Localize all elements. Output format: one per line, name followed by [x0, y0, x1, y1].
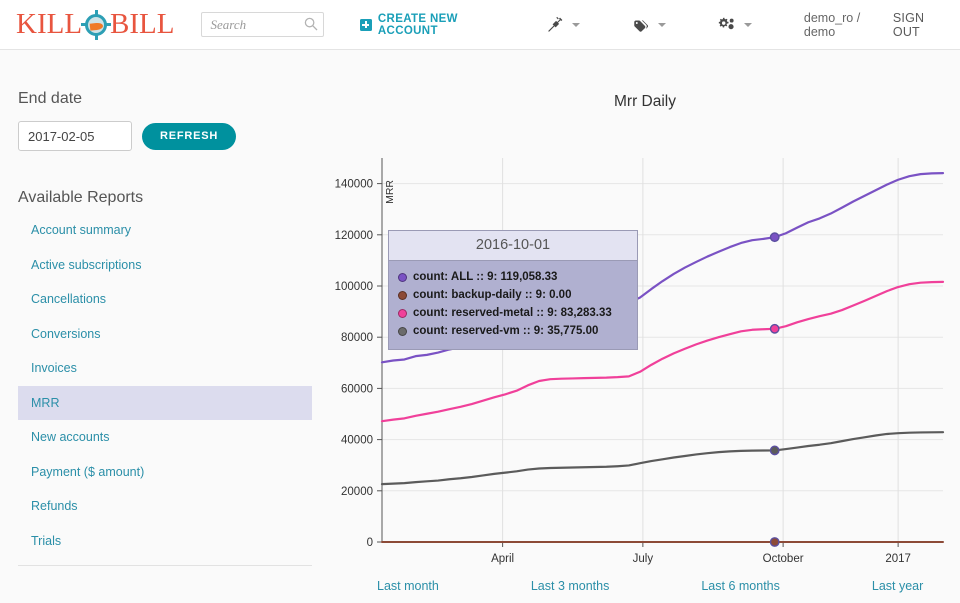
report-item-conversions[interactable]: Conversions: [18, 317, 312, 352]
series-color-dot: [398, 273, 407, 282]
tooltip-row-label: count: reserved-vm :: 9: 35,775.00: [413, 322, 598, 340]
available-reports-title: Available Reports: [18, 189, 330, 207]
top-navbar: KILL BILL CREATE NEW ACCOUNT: [0, 0, 960, 50]
report-item-label: Account summary: [31, 223, 131, 237]
tag-icon: [632, 16, 650, 34]
mrr-daily-chart[interactable]: 0 20000 40000 60000 80000 100000 120000 140000 A…: [330, 150, 960, 600]
chart-svg: 0 20000 40000 60000 80000 100000 120000 140000 A…: [330, 150, 960, 600]
svg-text:40000: 40000: [341, 435, 373, 447]
svg-text:MRR: MRR: [384, 180, 396, 204]
svg-text:July: July: [633, 553, 654, 565]
report-item-label: Conversions: [31, 327, 100, 341]
svg-text:80000: 80000: [341, 332, 373, 344]
killbill-logo[interactable]: KILL BILL: [16, 8, 174, 42]
end-date-controls: REFRESH: [18, 121, 330, 151]
search-box[interactable]: [201, 12, 323, 37]
svg-text:20000: 20000: [341, 486, 373, 498]
range-link-last-year[interactable]: Last year: [872, 579, 923, 593]
report-item-new-accounts[interactable]: New accounts: [18, 420, 312, 455]
svg-text:100000: 100000: [335, 281, 373, 293]
report-item-label: Active subscriptions: [31, 258, 141, 272]
chevron-down-icon: [572, 23, 580, 27]
range-link-last-6-months[interactable]: Last 6 months: [701, 579, 780, 593]
tooltip-row-label: count: ALL :: 9: 119,058.33: [413, 268, 557, 286]
plus-icon: [360, 19, 372, 31]
page-body: End date REFRESH Available Reports Accou…: [0, 50, 960, 603]
range-shortcut-links: Last month Last 3 months Last 6 months L…: [330, 579, 960, 593]
nav-right-group: demo_ro / demo SIGN OUT: [804, 11, 944, 39]
refresh-button[interactable]: REFRESH: [142, 123, 236, 150]
search-icon: [304, 17, 318, 31]
tooltip-row: count: backup-daily :: 9: 0.00: [398, 286, 628, 304]
logo-text-left: KILL: [16, 10, 82, 39]
range-link-last-month[interactable]: Last month: [377, 579, 439, 593]
tooltip-rows: count: ALL :: 9: 119,058.33count: backup…: [389, 261, 637, 349]
report-item-label: New accounts: [31, 430, 110, 444]
report-item-trials[interactable]: Trials: [18, 524, 312, 559]
plug-icon: [547, 16, 564, 33]
logo-text-right: BILL: [110, 10, 174, 39]
svg-text:October: October: [763, 553, 804, 565]
plug-menu[interactable]: [547, 16, 580, 33]
report-item-invoices[interactable]: Invoices: [18, 351, 312, 386]
end-date-label: End date: [18, 90, 330, 108]
tooltip-row-label: count: backup-daily :: 9: 0.00: [413, 286, 571, 304]
killbill-target-icon: [81, 10, 111, 40]
create-new-account-label: CREATE NEW ACCOUNT: [378, 13, 495, 37]
chart-tooltip: 2016-10-01 count: ALL :: 9: 119,058.33co…: [388, 230, 638, 350]
report-item-label: Cancellations: [31, 292, 106, 306]
sidebar: End date REFRESH Available Reports Accou…: [0, 50, 330, 566]
settings-menu[interactable]: [718, 16, 752, 34]
current-user-label: demo_ro / demo: [804, 11, 879, 39]
chevron-down-icon: [744, 23, 752, 27]
end-date-input[interactable]: [18, 121, 132, 151]
report-item-account-summary[interactable]: Account summary: [18, 213, 312, 248]
report-item-label: Invoices: [31, 361, 77, 375]
svg-text:60000: 60000: [341, 383, 373, 395]
tooltip-date: 2016-10-01: [389, 231, 637, 261]
chevron-down-icon: [658, 23, 666, 27]
svg-text:April: April: [491, 553, 514, 565]
report-item-active-subscriptions[interactable]: Active subscriptions: [18, 248, 312, 283]
tooltip-row: count: ALL :: 9: 119,058.33: [398, 268, 628, 286]
tooltip-row-label: count: reserved-metal :: 9: 83,283.33: [413, 304, 612, 322]
tag-menu[interactable]: [632, 16, 666, 34]
range-link-last-3-months[interactable]: Last 3 months: [531, 579, 610, 593]
sidebar-divider: [18, 565, 312, 566]
report-item-label: MRR: [31, 396, 59, 410]
report-item-payment-amount[interactable]: Payment ($ amount): [18, 455, 312, 490]
svg-text:2017: 2017: [885, 553, 911, 565]
report-item-refunds[interactable]: Refunds: [18, 489, 312, 524]
report-item-label: Trials: [31, 534, 61, 548]
svg-text:120000: 120000: [335, 230, 373, 242]
svg-text:0: 0: [367, 537, 373, 549]
report-item-label: Payment ($ amount): [31, 465, 144, 479]
tooltip-row: count: reserved-vm :: 9: 35,775.00: [398, 322, 628, 340]
available-reports-list: Account summary Active subscriptions Cance…: [18, 213, 312, 558]
report-item-mrr[interactable]: MRR: [18, 386, 312, 421]
report-item-cancellations[interactable]: Cancellations: [18, 282, 312, 317]
tooltip-row: count: reserved-metal :: 9: 83,283.33: [398, 304, 628, 322]
create-new-account-button[interactable]: CREATE NEW ACCOUNT: [360, 13, 495, 37]
series-color-dot: [398, 291, 407, 300]
svg-text:140000: 140000: [335, 179, 373, 191]
nav-icon-group: [547, 16, 804, 34]
sign-out-button[interactable]: SIGN OUT: [893, 11, 944, 39]
gears-icon: [718, 16, 736, 34]
report-item-label: Refunds: [31, 499, 78, 513]
series-color-dot: [398, 309, 407, 318]
chart-title: Mrr Daily: [330, 50, 960, 111]
series-color-dot: [398, 327, 407, 336]
chart-panel: Mrr Daily 0 20000 40000 60000 80000 100000 120…: [330, 50, 960, 603]
